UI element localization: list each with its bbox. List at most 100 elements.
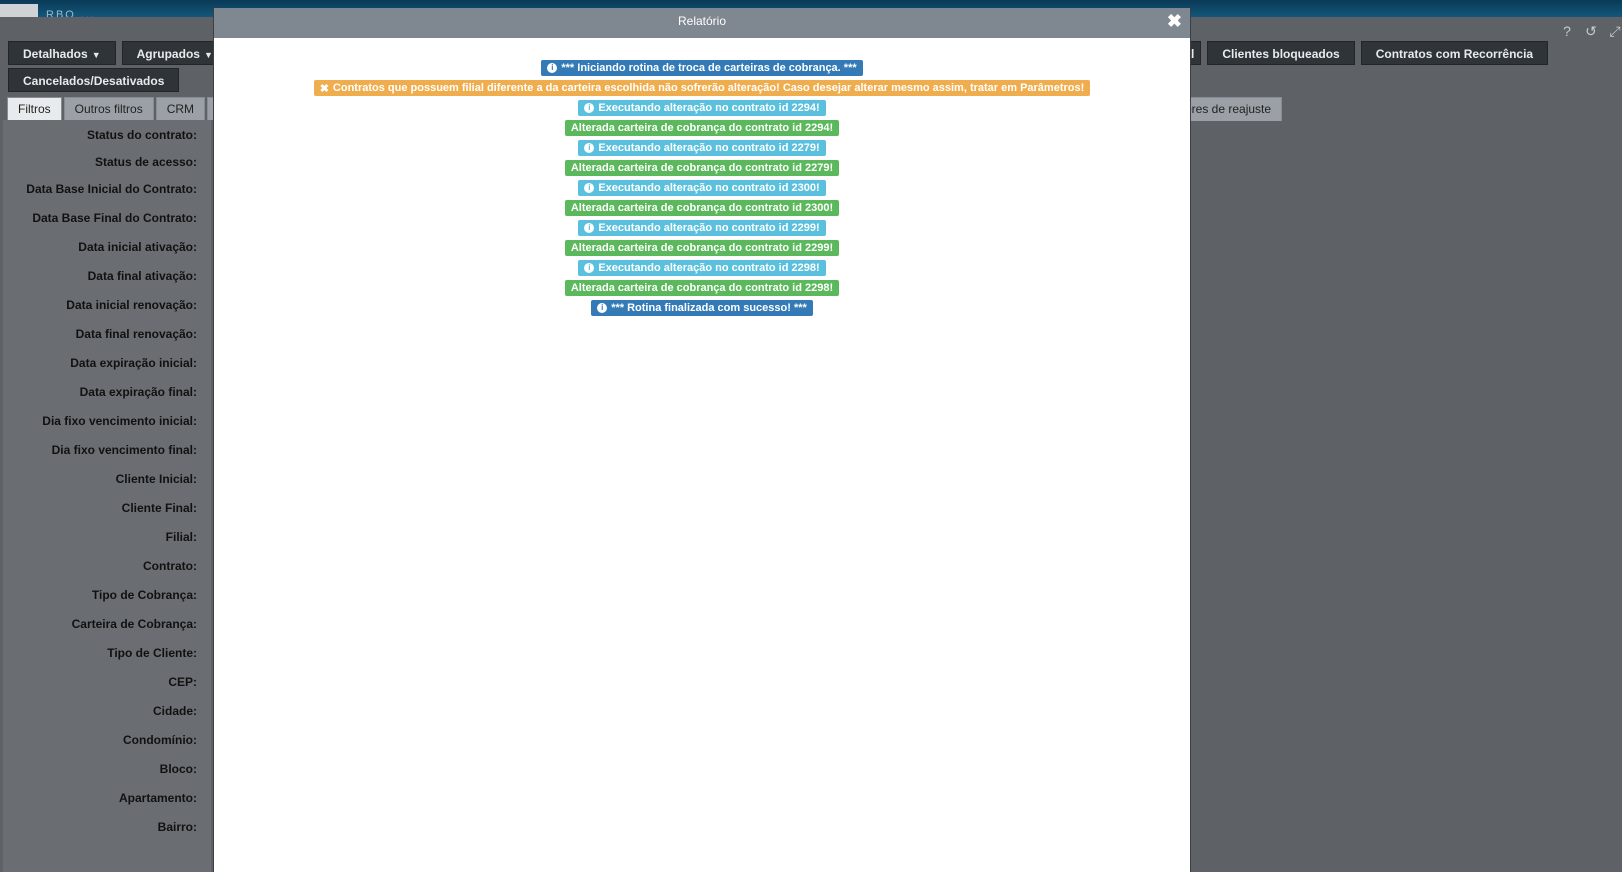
toolbar-row-1: Detalhados ▼ Agrupados ▼ (8, 41, 228, 65)
log-line: i Executando alteração no contrato id 230… (214, 180, 1190, 200)
tab-outros-filtros[interactable]: Outros filtros (63, 97, 154, 120)
log-text: Alterada carteira de cobrança do contrat… (570, 202, 834, 214)
filter-label: Filial: (165, 530, 197, 544)
log-line: i *** Iniciando rotina de troca de cartei… (214, 60, 1190, 80)
filter-label: Data expiração final: (79, 385, 197, 399)
success-badge: Alterada carteira de cobrança do contrat… (564, 240, 840, 256)
history-icon[interactable]: ↺ (1584, 24, 1598, 38)
log-line: ✖ Contratos que possuem filial diferente … (214, 80, 1190, 100)
clientes-bloqueados-button[interactable]: Clientes bloqueados (1207, 41, 1355, 65)
filter-label: Status de acesso: (94, 155, 197, 169)
filter-label: Status do contrato: (87, 128, 197, 142)
filter-label: Data final ativação: (87, 269, 197, 283)
log-line: i Executando alteração no contrato id 229… (214, 260, 1190, 280)
browser-tab-stub[interactable] (0, 4, 38, 17)
log-line: Alterada carteira de cobrança do contrat… (214, 160, 1190, 180)
modal-title: Relatório (677, 14, 727, 28)
log-text: Alterada carteira de cobrança do contrat… (570, 282, 834, 294)
log-text: Executando alteração no contrato id 2298… (598, 262, 820, 274)
log-line: i Executando alteração no contrato id 229… (214, 220, 1190, 240)
detalhados-dropdown-button[interactable]: Detalhados ▼ (8, 41, 116, 65)
filter-label: Data inicial ativação: (78, 240, 197, 254)
log-text: Executando alteração no contrato id 2299… (598, 222, 820, 234)
filter-label: Bloco: (159, 762, 197, 776)
info-badge: i Executando alteração no contrato id 229… (578, 220, 826, 236)
log-text: Alterada carteira de cobrança do contrat… (570, 122, 834, 134)
filter-label: Tipo de Cobrança: (91, 588, 197, 602)
filter-label: Apartamento: (118, 791, 197, 805)
filter-label: Data final renovação: (75, 327, 197, 341)
report-log: i *** Iniciando rotina de troca de cartei… (214, 60, 1190, 320)
top-right-icons: ? ↺ ⤢ (1560, 24, 1622, 38)
filter-tabs: Filtros Outros filtros CRM C (7, 97, 238, 120)
cancelados-desativados-button[interactable]: Cancelados/Desativados (8, 68, 180, 92)
info-icon: i (547, 63, 558, 73)
success-badge: Alterada carteira de cobrança do contrat… (564, 160, 840, 176)
info-badge: i Executando alteração no contrato id 229… (578, 260, 826, 276)
filter-label: Dia fixo vencimento final: (51, 443, 197, 457)
filter-label: Tipo de Cliente: (107, 646, 197, 660)
agrupados-dropdown-button[interactable]: Agrupados ▼ (121, 41, 228, 65)
info-icon: i (584, 143, 595, 153)
log-line: Alterada carteira de cobrança do contrat… (214, 240, 1190, 260)
filter-label: Cidade: (152, 704, 197, 718)
error-x-icon: ✖ (319, 82, 329, 95)
filter-label: Bairro: (157, 820, 197, 834)
info-icon: i (584, 223, 595, 233)
expand-icon[interactable]: ⤢ (1608, 24, 1622, 38)
log-text: Alterada carteira de cobrança do contrat… (570, 242, 834, 254)
help-icon[interactable]: ? (1560, 24, 1574, 38)
log-line: Alterada carteira de cobrança do contrat… (214, 200, 1190, 220)
log-text: *** Rotina finalizada com sucesso! *** (611, 302, 807, 314)
primary-badge: i *** Iniciando rotina de troca de cartei… (541, 60, 863, 76)
caret-down-icon: ▼ (91, 50, 101, 60)
info-badge: i Executando alteração no contrato id 229… (578, 100, 826, 116)
log-line: Alterada carteira de cobrança do contrat… (214, 120, 1190, 140)
detalhados-label: Detalhados (23, 47, 88, 61)
filter-label: Data inicial renovação: (66, 298, 197, 312)
info-badge: i Executando alteração no contrato id 227… (578, 140, 826, 156)
info-badge: i Executando alteração no contrato id 230… (578, 180, 826, 196)
filter-label: CEP: (168, 675, 197, 689)
filter-label: Data Base Final do Contrato: (32, 211, 197, 225)
info-icon: i (584, 183, 595, 193)
filter-label: Condomínio: (123, 733, 197, 747)
success-badge: Alterada carteira de cobrança do contrat… (564, 200, 840, 216)
filter-panel: Status do contrato: Status de acesso: Data… (3, 120, 211, 872)
log-line: i *** Rotina finalizada com sucesso! *** (214, 300, 1190, 320)
log-line: i Executando alteração no contrato id 227… (214, 140, 1190, 160)
log-text: Executando alteração no contrato id 2279… (598, 142, 820, 154)
log-text: Alterada carteira de cobrança do contrat… (570, 162, 834, 174)
success-badge: Alterada carteira de cobrança do contrat… (564, 280, 840, 296)
log-text: Executando alteração no contrato id 2294… (598, 102, 820, 114)
toolbar-row-2: Cancelados/Desativados (8, 68, 180, 92)
filter-label: Dia fixo vencimento inicial: (42, 414, 197, 428)
info-icon: i (597, 303, 608, 313)
contratos-com-recorrencia-button[interactable]: Contratos com Recorrência (1360, 41, 1549, 65)
tab-crm[interactable]: CRM (155, 97, 206, 120)
filter-label: Cliente Inicial: (115, 472, 197, 486)
primary-badge: i *** Rotina finalizada com sucesso! *** (591, 300, 813, 316)
log-line: i Executando alteração no contrato id 229… (214, 100, 1190, 120)
modal-header: Relatório ✖ (214, 8, 1190, 38)
info-icon: i (584, 263, 595, 273)
info-icon: i (584, 103, 595, 113)
close-icon[interactable]: ✖ (1167, 11, 1182, 31)
filter-label: Data expiração inicial: (70, 356, 197, 370)
success-badge: Alterada carteira de cobrança do contrat… (564, 120, 840, 136)
caret-down-icon: ▼ (203, 50, 213, 60)
filter-label: Contrato: (143, 559, 197, 573)
log-text: Contratos que possuem filial diferente a… (332, 82, 1085, 94)
warning-badge: ✖ Contratos que possuem filial diferente … (313, 80, 1091, 96)
log-line: Alterada carteira de cobrança do contrat… (214, 280, 1190, 300)
tab-reajuste[interactable]: ores de reajuste (1180, 97, 1283, 121)
tab-filtros[interactable]: Filtros (7, 97, 62, 120)
log-text: Executando alteração no contrato id 2300… (598, 182, 820, 194)
agrupados-label: Agrupados (136, 47, 200, 61)
toolbar-row-1-right: nal Clientes bloqueados Contratos com Re… (1170, 41, 1549, 65)
filter-label: Carteira de Cobrança: (71, 617, 197, 631)
report-modal: Relatório ✖ i *** Iniciando rotina de tro… (213, 8, 1191, 872)
filter-label: Cliente Final: (121, 501, 197, 515)
filter-label: Data Base Inicial do Contrato: (26, 182, 197, 196)
log-text: *** Iniciando rotina de troca de carteir… (561, 62, 857, 74)
